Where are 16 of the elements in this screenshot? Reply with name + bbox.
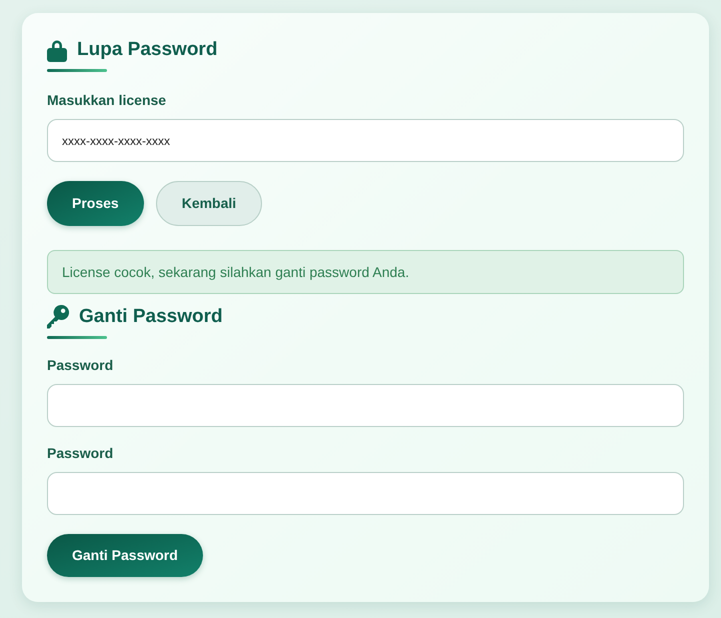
lock-icon — [47, 38, 67, 62]
process-button[interactable]: Proses — [47, 181, 144, 226]
change-password-button[interactable]: Ganti Password — [47, 534, 203, 577]
field-label: Password — [47, 356, 114, 375]
accent-bar — [47, 69, 107, 72]
accent-bar — [47, 336, 107, 339]
section-title: Ganti Password — [79, 305, 223, 329]
field-label: Masukkan license — [47, 91, 168, 110]
key-icon — [47, 305, 69, 329]
password-field[interactable] — [47, 472, 684, 515]
license-field[interactable]: xxxx-xxxx-xxxx-xxxx — [47, 119, 684, 162]
section-title: Lupa Password — [77, 38, 218, 62]
field-label: Password — [47, 444, 114, 463]
back-button[interactable]: Kembali — [156, 181, 262, 226]
success-alert: License cocok, sekarang silahkan ganti password Anda. — [47, 250, 684, 294]
password-field[interactable] — [47, 384, 684, 427]
